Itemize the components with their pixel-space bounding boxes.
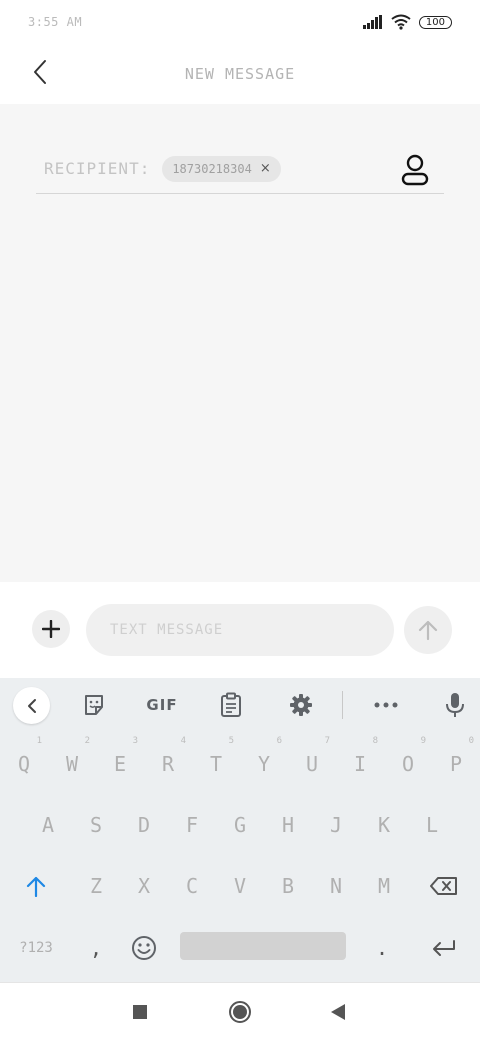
attach-button[interactable]	[32, 610, 70, 648]
voice-input-button[interactable]	[442, 691, 468, 719]
microphone-icon	[446, 693, 464, 717]
contact-picker-button[interactable]	[400, 154, 430, 186]
emoji-key[interactable]	[120, 918, 168, 978]
key-z[interactable]: Z	[72, 856, 120, 916]
key-v[interactable]: V	[216, 856, 264, 916]
wifi-icon	[391, 14, 411, 30]
battery-indicator: 100	[418, 15, 452, 29]
settings-button[interactable]	[287, 691, 315, 719]
app-header: NEW MESSAGE	[0, 44, 480, 104]
chip-close-icon[interactable]: ×	[260, 161, 271, 176]
key-s[interactable]: S	[72, 795, 120, 855]
message-content-area[interactable]: RECIPIENT: 18730218304 ×	[0, 104, 480, 582]
key-i[interactable]: I8	[336, 734, 384, 794]
space-key[interactable]	[180, 932, 346, 960]
key-a[interactable]: A	[24, 795, 72, 855]
key-x[interactable]: X	[120, 856, 168, 916]
key-j[interactable]: J	[312, 795, 360, 855]
period-key[interactable]: .	[358, 918, 406, 978]
key-h[interactable]: H	[264, 795, 312, 855]
soft-keyboard: GIF Q 1 W 2 E 3 R 4 T 5 Y 6 U 7 I 8 O 9 …	[0, 678, 480, 982]
page-title: NEW MESSAGE	[184, 65, 296, 83]
key-f[interactable]: F	[168, 795, 216, 855]
shift-arrow-icon	[26, 876, 46, 897]
status-bar: 3:55 AM 100	[0, 0, 480, 44]
triangle-back-icon	[331, 1004, 345, 1020]
key-m[interactable]: M	[360, 856, 408, 916]
key-g[interactable]: G	[216, 795, 264, 855]
recipient-field[interactable]: RECIPIENT: 18730218304 ×	[36, 144, 444, 194]
key-t[interactable]: T5	[192, 734, 240, 794]
key-q[interactable]: Q1	[0, 734, 48, 794]
status-icons: 100	[362, 14, 452, 30]
signal-icon	[362, 15, 382, 29]
message-input[interactable]	[86, 604, 394, 656]
recipient-label: RECIPIENT:	[44, 159, 151, 178]
compose-bar	[0, 582, 480, 678]
clipboard-icon	[221, 692, 241, 717]
more-button[interactable]	[372, 691, 400, 719]
enter-arrow-icon	[433, 940, 455, 956]
comma-key[interactable]: ,	[72, 918, 120, 978]
sticker-icon	[85, 695, 103, 715]
key-u[interactable]: U7	[288, 734, 336, 794]
sticker-button[interactable]	[80, 691, 108, 719]
status-time: 3:55 AM	[28, 15, 83, 29]
gif-button[interactable]: GIF	[142, 691, 182, 719]
key-r[interactable]: R4	[144, 734, 192, 794]
key-w[interactable]: W2	[48, 734, 96, 794]
key-row-1: Q1 W2 E3 R4 T5 Y6 U7 I8 O9 P0	[0, 734, 480, 794]
keyboard-toolbar: GIF	[0, 678, 480, 732]
symbols-key[interactable]: ?123	[0, 918, 72, 978]
gear-icon	[290, 694, 312, 716]
keyboard-collapse-button[interactable]	[13, 687, 50, 724]
key-n[interactable]: N	[312, 856, 360, 916]
home-button[interactable]	[225, 997, 255, 1027]
home-circle-icon	[229, 1001, 251, 1023]
clipboard-button[interactable]	[218, 691, 244, 719]
key-row-4: ?123 , .	[0, 918, 480, 978]
key-o[interactable]: O9	[384, 734, 432, 794]
key-y[interactable]: Y6	[240, 734, 288, 794]
key-row-3: Z X C V B N M	[0, 856, 480, 916]
send-arrow-icon	[418, 620, 438, 641]
system-nav-bar	[0, 982, 480, 1040]
recents-button[interactable]	[125, 997, 155, 1027]
key-c[interactable]: C	[168, 856, 216, 916]
more-dots-icon	[374, 702, 398, 708]
enter-key[interactable]	[408, 918, 480, 978]
shift-key[interactable]	[0, 856, 72, 916]
emoji-icon	[132, 936, 156, 960]
recipient-chip-number: 18730218304	[172, 161, 252, 176]
back-arrow-icon	[34, 60, 46, 84]
key-p[interactable]: P0	[432, 734, 480, 794]
backspace-key[interactable]	[408, 856, 480, 916]
key-e[interactable]: E3	[96, 734, 144, 794]
back-button[interactable]	[22, 54, 58, 90]
key-row-2: A S D F G H J K L	[0, 795, 480, 855]
nav-back-button[interactable]	[323, 997, 353, 1027]
key-d[interactable]: D	[120, 795, 168, 855]
send-button[interactable]	[404, 606, 452, 654]
backspace-icon	[430, 877, 457, 895]
key-l[interactable]: L	[408, 795, 456, 855]
toolbar-divider	[342, 691, 343, 719]
gif-label: GIF	[146, 696, 178, 714]
plus-icon	[42, 620, 60, 638]
chevron-left-icon	[27, 698, 36, 713]
recipient-chip[interactable]: 18730218304 ×	[162, 155, 281, 182]
contact-icon	[401, 154, 429, 186]
square-icon	[133, 1005, 147, 1019]
key-b[interactable]: B	[264, 856, 312, 916]
key-k[interactable]: K	[360, 795, 408, 855]
